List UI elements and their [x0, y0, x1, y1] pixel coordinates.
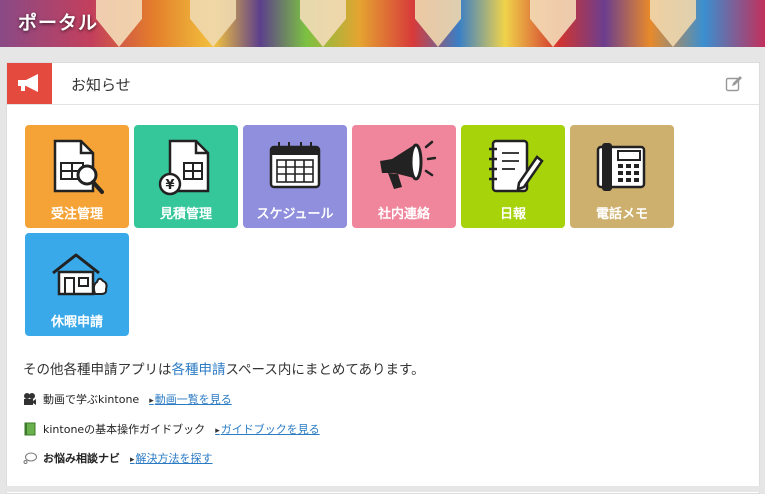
resource-row-video: 動画で学ぶkintone 動画一覧を見る: [23, 391, 232, 407]
tile-order-management[interactable]: 受注管理: [25, 125, 129, 228]
resource-row-help-navi: お悩み相談ナビ 解決方法を探す: [23, 450, 213, 466]
resource-label: kintoneの基本操作ガイドブック: [43, 423, 206, 436]
tile-schedule[interactable]: スケジュール: [243, 125, 347, 228]
banner-pencil: [96, 0, 142, 47]
announcement-badge: [7, 63, 52, 104]
green-book-icon: [24, 422, 36, 436]
tile-estimate-management[interactable]: ¥ 見積管理: [134, 125, 238, 228]
megaphone-icon: [380, 140, 436, 189]
tile-phone-memo[interactable]: 電話メモ: [570, 125, 674, 228]
banner-pencil: [650, 0, 696, 47]
tile-internal-notice[interactable]: 社内連絡: [352, 125, 456, 228]
announcement-panel: お知らせ 受注管理 ¥ 見積管理 スケジュール 社内連絡 日報 電話メモ 休暇申…: [6, 62, 760, 494]
speech-bubble-icon: [23, 452, 37, 464]
guidebook-link[interactable]: ガイドブックを見る: [215, 421, 320, 437]
house-icon: [52, 253, 108, 296]
svg-text:¥: ¥: [165, 178, 174, 193]
telephone-icon: [596, 143, 646, 191]
info-prefix: その他各種申請アプリは: [23, 362, 172, 378]
header-banner: ポータル: [0, 0, 765, 47]
resource-label: お悩み相談ナビ: [43, 452, 120, 465]
banner-pencil: [190, 0, 236, 47]
edit-icon[interactable]: [725, 75, 743, 93]
banner-pencil: [530, 0, 576, 47]
document-search-icon: [53, 139, 104, 194]
video-camera-icon: [24, 393, 36, 405]
tile-label: 日報: [499, 207, 526, 222]
document-yen-icon: ¥: [158, 139, 210, 196]
tile-label: 受注管理: [50, 207, 103, 222]
video-list-link[interactable]: 動画一覧を見る: [149, 391, 232, 407]
info-suffix: スペース内にまとめてあります。: [225, 362, 425, 378]
panel-header: お知らせ: [7, 63, 759, 105]
resource-label: 動画で学ぶkintone: [43, 393, 140, 406]
notebook-pen-icon: [489, 139, 544, 193]
tile-label: 休暇申請: [50, 315, 103, 330]
page-title: ポータル: [18, 12, 99, 34]
megaphone-icon: [18, 74, 38, 92]
tile-label: スケジュール: [256, 207, 334, 222]
calendar-icon: [269, 142, 321, 189]
bottom-edge: [0, 486, 765, 492]
tile-label: 社内連絡: [377, 207, 430, 222]
tile-leave-request[interactable]: 休暇申請: [25, 233, 129, 336]
info-text: その他各種申請アプリは各種申請スペース内にまとめてあります。: [23, 358, 425, 378]
tile-label: 電話メモ: [595, 207, 648, 222]
banner-pencil: [300, 0, 346, 47]
solution-search-link[interactable]: 解決方法を探す: [130, 450, 213, 466]
tile-label: 見積管理: [159, 207, 212, 222]
resource-row-guidebook: kintoneの基本操作ガイドブック ガイドブックを見る: [23, 421, 320, 437]
spaces-link[interactable]: 各種申請: [172, 362, 226, 378]
tile-daily-report[interactable]: 日報: [461, 125, 565, 228]
panel-title: お知らせ: [71, 76, 131, 94]
banner-pencil: [415, 0, 461, 47]
